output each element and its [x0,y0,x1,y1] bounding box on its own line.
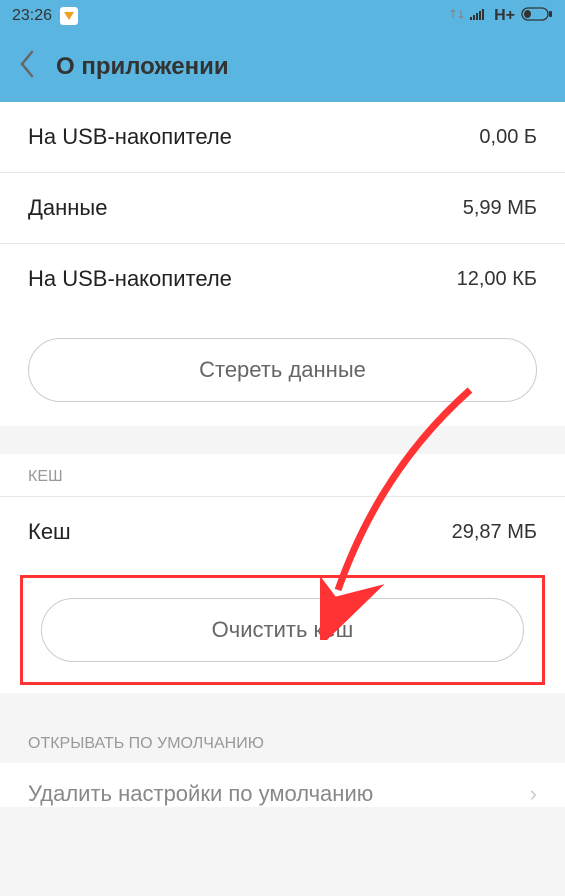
app-header: О приложении [0,32,565,102]
storage-row-data[interactable]: Данные 5,99 МБ [0,173,565,244]
section-cache-header: КЕШ [0,454,565,497]
network-label: H+ [494,7,515,25]
main-content: На USB-накопителе 0,00 Б Данные 5,99 МБ … [0,102,565,807]
storage-label: На USB-накопителе [28,124,232,150]
storage-label: На USB-накопителе [28,266,232,292]
cache-row[interactable]: Кеш 29,87 МБ [0,497,565,567]
clear-data-label: Стереть данные [199,357,366,382]
back-icon[interactable] [18,50,36,85]
reset-defaults-row[interactable]: Удалить настройки по умолчанию › [0,763,565,807]
cache-label: Кеш [28,519,71,545]
battery-icon [521,7,553,26]
reset-defaults-label: Удалить настройки по умолчанию [28,781,373,807]
page-title: О приложении [56,53,229,81]
clear-cache-button[interactable]: Очистить кеш [41,598,524,662]
storage-row-usb1[interactable]: На USB-накопителе 0,00 Б [0,102,565,173]
storage-value: 0,00 Б [479,126,537,149]
storage-row-usb2[interactable]: На USB-накопителе 12,00 КБ [0,244,565,314]
clear-cache-label: Очистить кеш [212,617,354,642]
chevron-right-icon: › [530,781,537,807]
storage-label: Данные [28,195,107,221]
status-time: 23:26 [12,7,52,25]
app-notification-icon [60,7,78,25]
data-transfer-icon [450,7,464,26]
cache-value: 29,87 МБ [452,521,537,544]
annotation-highlight-box: Очистить кеш [20,575,545,685]
clear-data-button[interactable]: Стереть данные [28,338,537,402]
status-bar: 23:26 H+ [0,0,565,32]
storage-value: 12,00 КБ [457,268,537,291]
storage-value: 5,99 МБ [463,197,537,220]
section-defaults-header: ОТКРЫВАТЬ ПО УМОЛЧАНИЮ [0,721,565,763]
signal-icon [470,7,488,26]
